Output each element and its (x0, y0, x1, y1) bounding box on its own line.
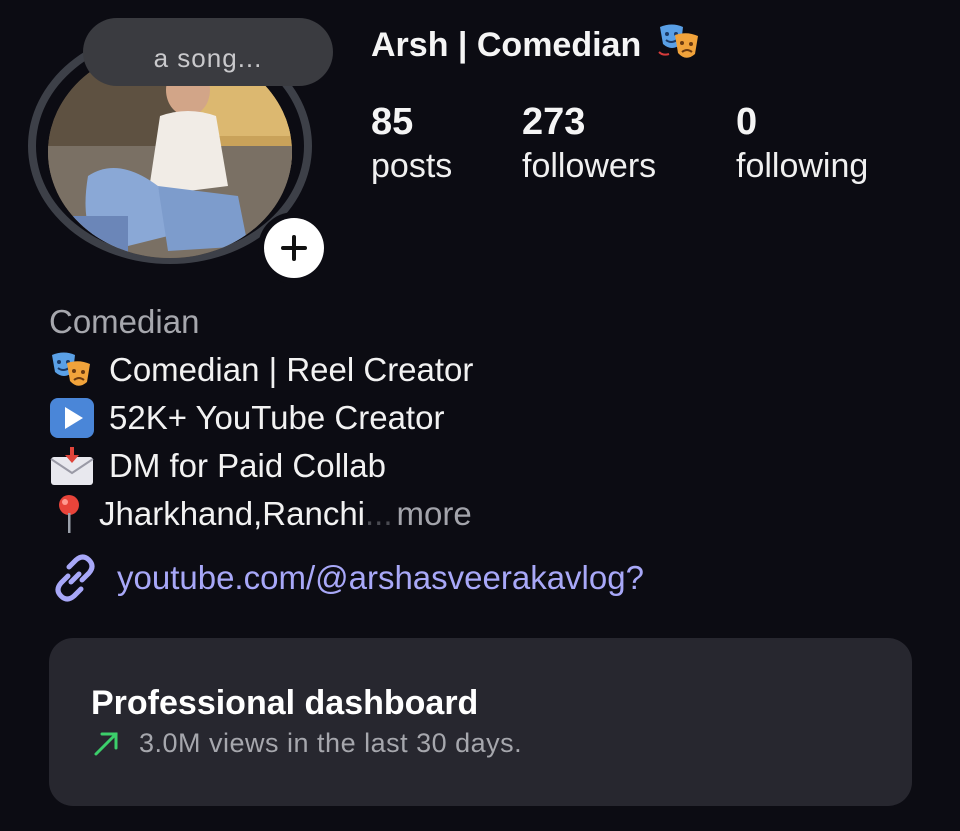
bio-line-text: Jharkhand,Ranchi (99, 495, 365, 532)
profile-bio: Comedian Comedian | Reel Creator 52K+ Yo… (49, 298, 473, 538)
dashboard-subtitle: 3.0M views in the last 30 days. (91, 728, 522, 759)
more-link[interactable]: more (397, 490, 472, 538)
posts-count: 85 (371, 101, 414, 143)
stat-followers[interactable]: 273 followers (522, 100, 656, 188)
pin-icon (59, 495, 79, 533)
add-story-button[interactable] (258, 212, 330, 284)
bio-line: DM for Paid Collab (49, 442, 473, 490)
bio-line: 52K+ YouTube Creator (49, 394, 473, 442)
avatar-container[interactable]: a song... (28, 18, 333, 284)
posts-label: posts (371, 147, 453, 185)
theater-masks-icon (52, 352, 90, 386)
bio-line-text: DM for Paid Collab (109, 447, 386, 484)
profile-link[interactable]: youtube.com/@arshasveerakavlog? (49, 552, 644, 604)
bio-category: Comedian (49, 303, 200, 340)
username-text: Arsh | Comedian (371, 26, 642, 64)
note-text: a song... (153, 43, 263, 73)
followers-label: followers (522, 147, 657, 185)
bio-line: Jharkhand,Ranchi ... more (49, 490, 473, 538)
professional-dashboard-card[interactable]: Professional dashboard 3.0M views in the… (49, 638, 912, 806)
plus-icon (281, 235, 307, 261)
profile-username: Arsh | Comedian (371, 22, 701, 65)
following-count: 0 (736, 101, 758, 143)
following-label: following (736, 147, 869, 185)
stat-posts[interactable]: 85 posts (371, 100, 452, 188)
bio-line: Comedian | Reel Creator (49, 346, 473, 394)
dashboard-subtitle-text: 3.0M views in the last 30 days. (139, 728, 523, 758)
bio-line-text: Comedian | Reel Creator (109, 351, 474, 388)
envelope-icon (50, 447, 94, 485)
stat-following[interactable]: 0 following (736, 100, 868, 188)
trend-up-arrow-icon (94, 732, 118, 755)
theater-masks-icon (657, 24, 698, 58)
play-button-icon (50, 398, 94, 438)
link-text[interactable]: youtube.com/@arshasveerakavlog? (117, 559, 644, 597)
bio-ellipsis: ... (365, 495, 393, 532)
link-icon (55, 554, 95, 602)
bio-line-text: 52K+ YouTube Creator (109, 399, 445, 436)
note-bubble[interactable]: a song... (83, 18, 333, 86)
followers-count: 273 (522, 101, 586, 143)
dashboard-title: Professional dashboard (91, 684, 479, 722)
